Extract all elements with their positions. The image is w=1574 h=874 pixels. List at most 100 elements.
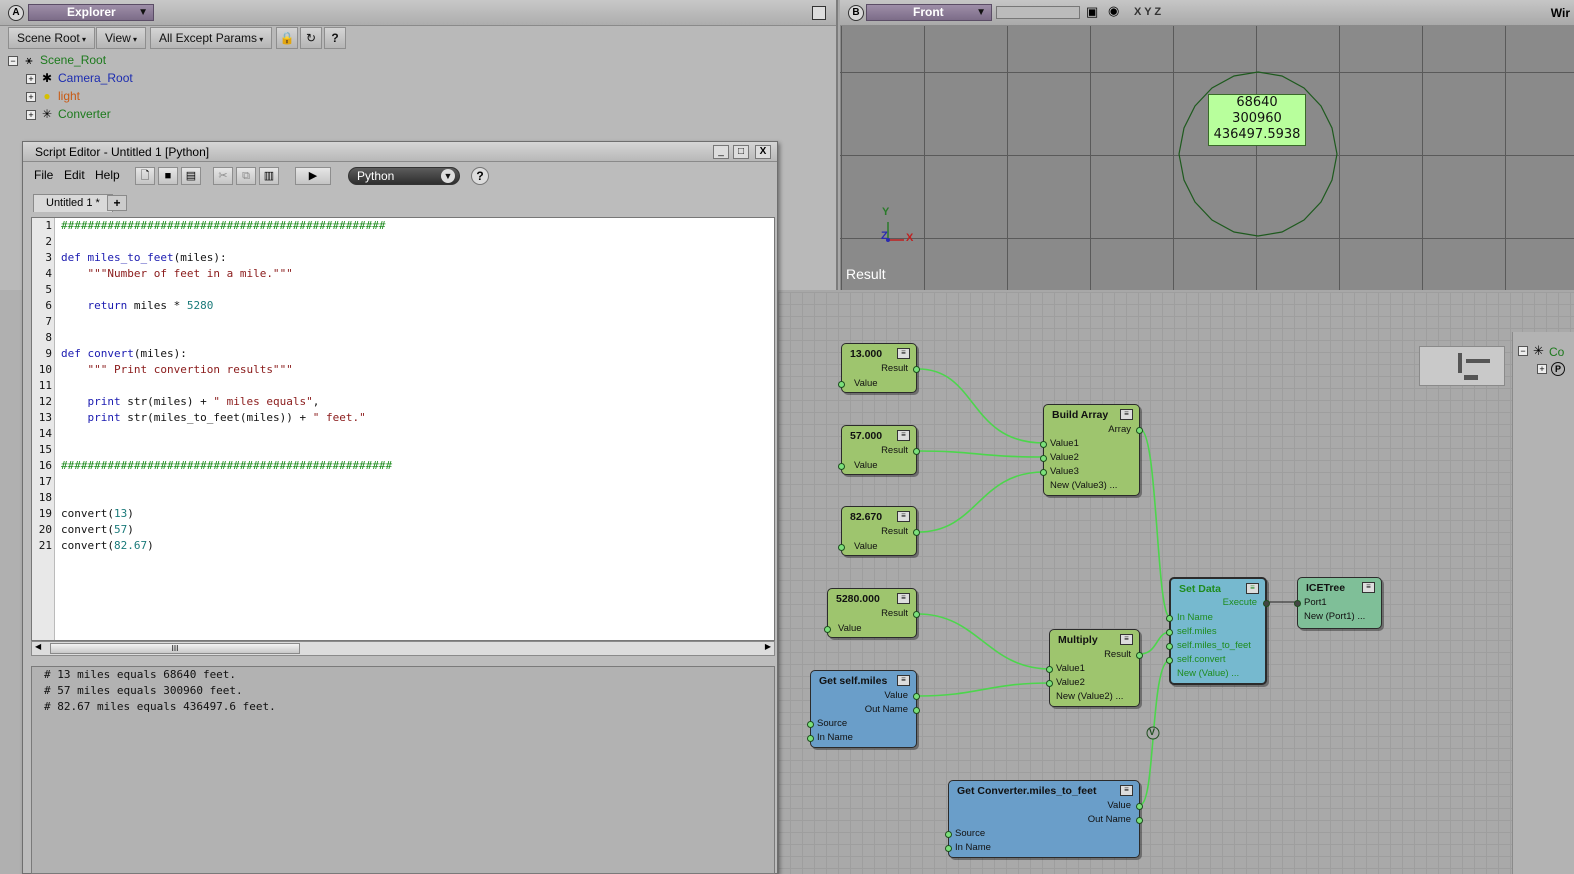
output-port-dot[interactable]: [1136, 652, 1143, 659]
node-menu-icon[interactable]: ≡: [1120, 785, 1133, 796]
lock-icon[interactable]: 🔒: [276, 27, 298, 49]
copy-icon[interactable]: ⧉: [236, 167, 256, 185]
input-port-dot[interactable]: [945, 845, 952, 852]
input-port-dot[interactable]: [807, 721, 814, 728]
axes-toggle[interactable]: X Y Z: [1134, 6, 1161, 18]
input-port-dot[interactable]: [807, 735, 814, 742]
horizontal-scrollbar[interactable]: ◀ III ▶: [31, 641, 775, 656]
output-port-dot[interactable]: [913, 529, 920, 536]
input-port-dot[interactable]: [1166, 643, 1173, 650]
scroll-right-icon[interactable]: ▶: [765, 642, 771, 651]
tree-item-converter[interactable]: + ✳ Converter: [26, 105, 111, 123]
node-menu-icon[interactable]: ≡: [897, 675, 910, 686]
filter-button[interactable]: All Except Params ▾: [150, 27, 273, 49]
input-port-dot[interactable]: [824, 626, 831, 633]
output-port-dot[interactable]: [913, 611, 920, 618]
output-port-dot[interactable]: [1136, 427, 1143, 434]
maximize-icon[interactable]: [812, 6, 826, 20]
input-port-dot[interactable]: [838, 463, 845, 470]
save-icon[interactable]: ■: [158, 167, 178, 185]
viewport-grid[interactable]: 68640 300960 436497.5938 Y Z X Result: [840, 26, 1574, 290]
collapse-icon[interactable]: −: [8, 55, 18, 66]
run-script-icon[interactable]: ▶: [295, 167, 331, 185]
menu-help[interactable]: Help: [95, 168, 120, 182]
output-port-dot[interactable]: [913, 448, 920, 455]
tree-item-light[interactable]: + ● light: [26, 87, 80, 105]
node-icetree[interactable]: ICETree ≡ Port1 New (Port1) ...: [1294, 577, 1382, 629]
node-const-82[interactable]: 82.670 ≡ Result Value: [838, 506, 920, 556]
node-menu-icon[interactable]: ≡: [897, 430, 910, 441]
side-tree-label[interactable]: Co: [1549, 345, 1564, 359]
node-menu-icon[interactable]: ≡: [897, 348, 910, 359]
camera-icon[interactable]: ▣: [1086, 4, 1098, 20]
minimize-icon[interactable]: _: [713, 145, 729, 159]
output-port-dot[interactable]: [1263, 600, 1270, 607]
collapse-icon[interactable]: −: [1518, 346, 1528, 356]
camera-buttons[interactable]: [996, 6, 1080, 19]
menu-file[interactable]: File: [34, 168, 53, 182]
output-log[interactable]: # 13 miles equals 68640 feet. # 57 miles …: [31, 666, 775, 874]
node-get-self-miles[interactable]: Get self.miles ≡ Value Out Name Source I…: [807, 670, 920, 748]
node-menu-icon[interactable]: ≡: [897, 593, 910, 604]
display-mode-label[interactable]: Wir: [1551, 6, 1570, 20]
node-const-13[interactable]: 13.000 ≡ Result Value: [838, 343, 920, 393]
output-port-dot[interactable]: [1136, 817, 1143, 824]
scrollbar-thumb[interactable]: III: [50, 643, 300, 654]
save-all-icon[interactable]: ▤: [181, 167, 201, 185]
expand-icon[interactable]: +: [26, 91, 36, 102]
node-const-5280[interactable]: 5280.000 ≡ Result Value: [824, 588, 920, 638]
input-port-dot[interactable]: [1040, 455, 1047, 462]
node-build-array[interactable]: Build Array ≡ Array Value1 Value2 Value3…: [1040, 404, 1143, 496]
input-port-dot[interactable]: [1166, 629, 1173, 636]
paste-icon[interactable]: ▥: [259, 167, 279, 185]
input-port-dot[interactable]: [1040, 441, 1047, 448]
node-const-57[interactable]: 57.000 ≡ Result Value: [838, 425, 920, 475]
help-icon[interactable]: ?: [324, 27, 346, 49]
input-port-dot[interactable]: [1040, 469, 1047, 476]
node-menu-icon[interactable]: ≡: [1120, 409, 1133, 420]
node-menu-icon[interactable]: ≡: [897, 511, 910, 522]
close-icon[interactable]: X: [755, 145, 771, 159]
output-port-dot[interactable]: [913, 366, 920, 373]
input-port-dot[interactable]: [838, 381, 845, 388]
input-port-dot[interactable]: [1166, 615, 1173, 622]
scroll-left-icon[interactable]: ◀: [35, 642, 41, 651]
input-port-dot[interactable]: [945, 831, 952, 838]
viewport-pane[interactable]: B Front ▼ ▣ ◉ X Y Z Wir 68640 300960 436…: [840, 0, 1574, 290]
input-port-dot[interactable]: [1046, 666, 1053, 673]
script-editor-titlebar[interactable]: Script Editor - Untitled 1 [Python] _ □ …: [23, 142, 777, 162]
menu-edit[interactable]: Edit: [64, 168, 85, 182]
expand-icon[interactable]: +: [26, 109, 36, 120]
navigator-thumbnail[interactable]: [1419, 346, 1505, 386]
explorer-title-dropdown[interactable]: Explorer ▼: [28, 4, 154, 21]
scene-root-button[interactable]: Scene Root ▾: [8, 27, 95, 49]
input-port-dot[interactable]: [1046, 680, 1053, 687]
pane-letter-b[interactable]: B: [848, 5, 864, 21]
node-menu-icon[interactable]: ≡: [1120, 634, 1133, 645]
output-port-dot[interactable]: [913, 693, 920, 700]
input-port-dot[interactable]: [838, 544, 845, 551]
node-menu-icon[interactable]: ≡: [1246, 583, 1259, 594]
input-port-dot[interactable]: [1166, 657, 1173, 664]
tree-item-camera-root[interactable]: + ✱ Camera_Root: [26, 69, 133, 87]
eye-icon[interactable]: ◉: [1108, 3, 1119, 19]
output-port-dot[interactable]: [913, 707, 920, 714]
output-port-dot[interactable]: [1136, 803, 1143, 810]
maximize-icon[interactable]: □: [733, 145, 749, 159]
input-port-dot[interactable]: [1294, 600, 1301, 607]
view-button[interactable]: View ▾: [96, 27, 147, 49]
pane-letter-a[interactable]: A: [8, 5, 24, 21]
tab-untitled-1[interactable]: Untitled 1 *: [33, 194, 113, 212]
code-editor[interactable]: 1 2 3 4 5 6 7 8 9 10 11 12 13 14 15 16 17 18 19 20 21 ######…: [31, 217, 775, 641]
node-multiply[interactable]: Multiply ≡ Result Value1 Value2 New (Val…: [1046, 629, 1143, 707]
new-file-icon[interactable]: 🗋: [135, 167, 155, 185]
tree-item-scene-root[interactable]: − ⚹ Scene_Root: [8, 51, 106, 69]
expand-icon[interactable]: +: [26, 73, 36, 84]
language-select[interactable]: Python ▼: [348, 167, 460, 185]
ice-tree-canvas[interactable]: V 13.000 ≡ Result Value 57.000 ≡ Result …: [778, 292, 1574, 874]
cut-icon[interactable]: ✂: [213, 167, 233, 185]
refresh-icon[interactable]: ↻: [300, 27, 322, 49]
expand-icon[interactable]: +: [1537, 364, 1547, 374]
add-tab-button[interactable]: +: [107, 195, 127, 211]
node-set-data[interactable]: Set Data ≡ Execute In Name self.miles se…: [1166, 577, 1270, 685]
